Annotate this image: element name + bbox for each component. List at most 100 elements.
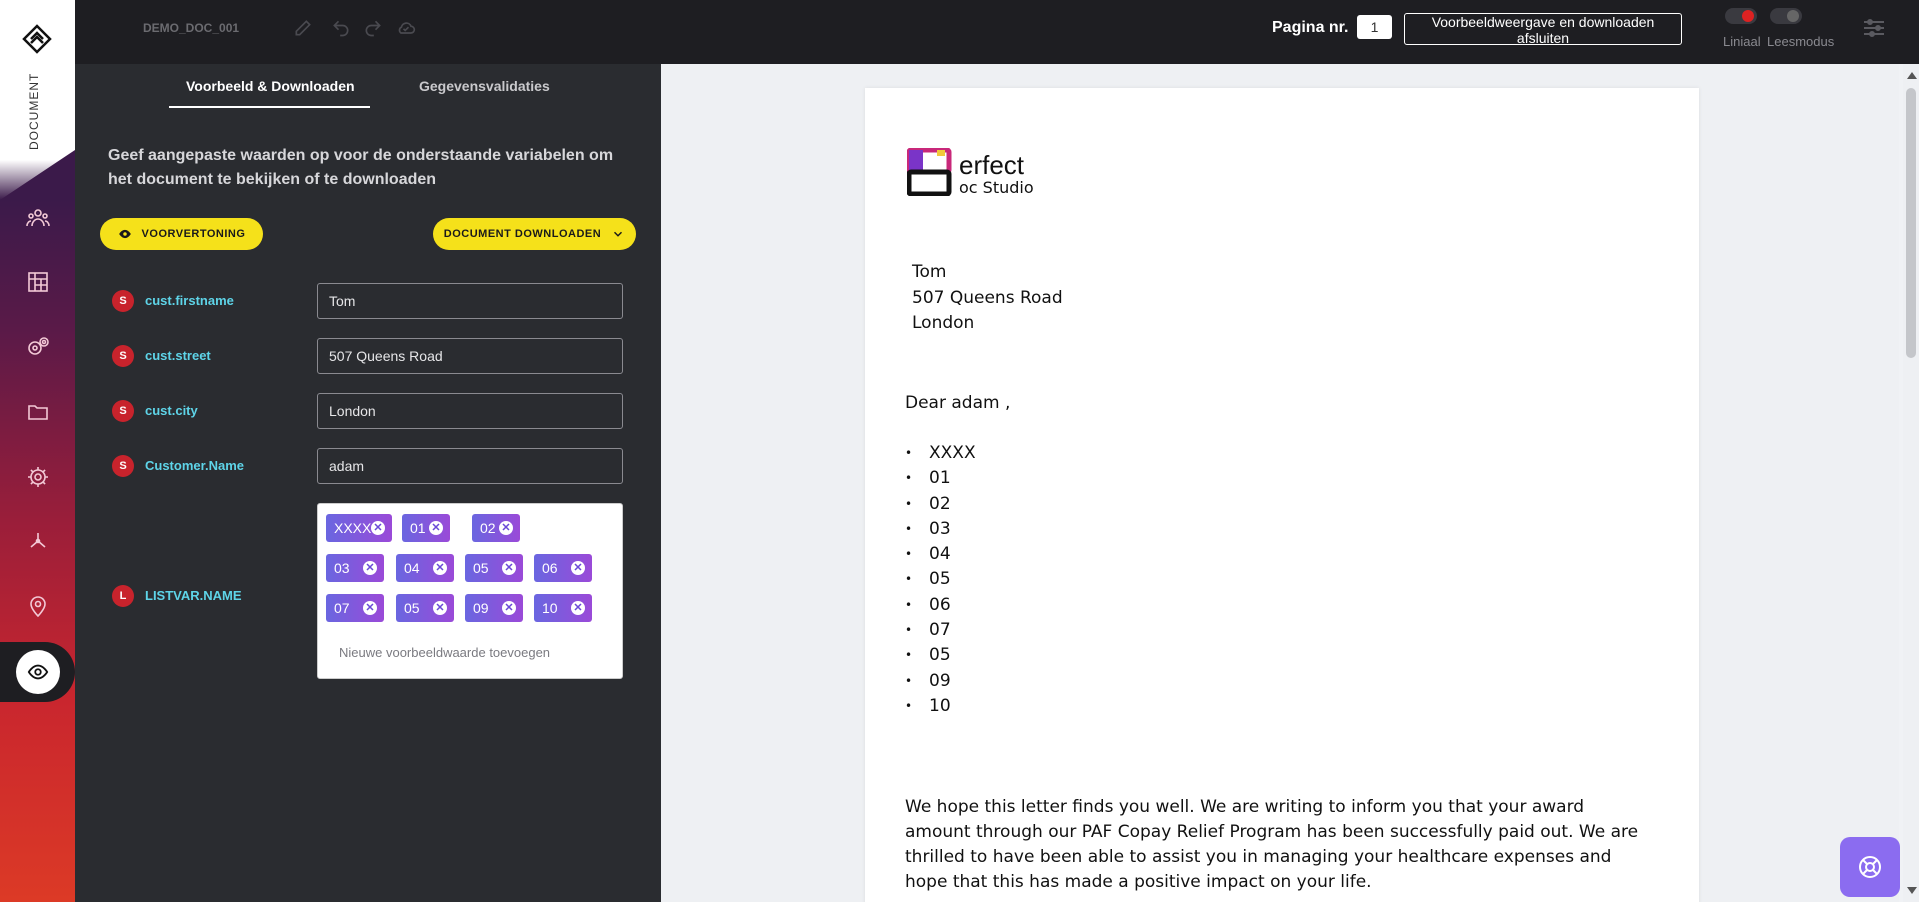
list-item: 06	[905, 593, 976, 618]
active-tab-underline	[169, 106, 370, 108]
network-icon[interactable]	[24, 527, 52, 555]
remove-chip-icon[interactable]: ✕	[571, 601, 585, 615]
ruler-toggle[interactable]	[1725, 8, 1757, 24]
list-item: 04	[905, 542, 976, 567]
remove-chip-icon[interactable]: ✕	[499, 521, 513, 535]
remove-chip-icon[interactable]: ✕	[371, 521, 385, 535]
download-document-button[interactable]: DOCUMENT DOWNLOADEN	[433, 218, 636, 250]
close-preview-button[interactable]: Voorbeeldweergave en downloaden afsluite…	[1404, 13, 1682, 46]
address-line: 507 Queens Road	[912, 288, 1063, 308]
tab-data-validations[interactable]: Gegevensvalidaties	[419, 78, 550, 94]
help-button[interactable]	[1840, 837, 1900, 897]
list-item: 05	[905, 643, 976, 668]
list-chip[interactable]: 10 ✕	[534, 594, 592, 622]
chip-label: 07	[334, 600, 350, 616]
letter-greeting: Dear adam ,	[905, 393, 1011, 413]
variable-value-input[interactable]	[317, 393, 623, 429]
remove-chip-icon[interactable]: ✕	[363, 601, 377, 615]
reading-mode-toggle[interactable]	[1770, 8, 1802, 24]
variable-row: S cust.street	[112, 338, 632, 374]
edit-icon[interactable]	[293, 18, 315, 40]
list-chip[interactable]: 02 ✕	[472, 514, 520, 542]
chip-label: 03	[334, 560, 350, 576]
remove-chip-icon[interactable]: ✕	[429, 521, 443, 535]
page-number-input[interactable]	[1357, 15, 1392, 39]
chip-label: 04	[404, 560, 420, 576]
sliders-icon[interactable]	[1860, 14, 1890, 44]
tab-preview-download[interactable]: Voorbeeld & Downloaden	[186, 78, 355, 94]
people-icon[interactable]	[24, 204, 52, 232]
list-item: 07	[905, 618, 976, 643]
preview-scrollbar[interactable]	[1903, 64, 1919, 902]
address-line: Tom	[912, 262, 947, 282]
preview-button[interactable]: VOORVERTONING	[100, 218, 263, 250]
chip-label: 09	[473, 600, 489, 616]
remove-chip-icon[interactable]: ✕	[433, 561, 447, 575]
list-chip[interactable]: 01 ✕	[402, 514, 450, 542]
left-rail: DOCUMENT	[0, 0, 75, 902]
toggle-knob	[1742, 10, 1754, 22]
variables-panel: Voorbeeld & Downloaden Gegevensvalidatie…	[75, 64, 661, 902]
scroll-up-icon[interactable]	[1907, 72, 1917, 79]
scroll-down-icon[interactable]	[1907, 887, 1917, 894]
document-preview: erfect oc Studio Tom 507 Queens Road Lon…	[661, 64, 1919, 902]
chip-label: 05	[404, 600, 420, 616]
rail-document-label: DOCUMENT	[27, 72, 41, 150]
list-item: XXXX	[905, 441, 976, 466]
eye-icon	[118, 229, 131, 239]
download-button-label: DOCUMENT DOWNLOADEN	[443, 228, 602, 240]
variable-type-badge: L	[112, 585, 134, 607]
list-values-box[interactable]: XXXX ✕ 01 ✕ 02 ✕ 03 ✕ 04 ✕ 05 ✕ 06 ✕ 07 ✕ 05 ✕ 09…	[317, 503, 623, 679]
list-chip[interactable]: 06 ✕	[534, 554, 592, 582]
chip-label: 02	[480, 520, 496, 536]
remove-chip-icon[interactable]: ✕	[433, 601, 447, 615]
remove-chip-icon[interactable]: ✕	[363, 561, 377, 575]
settings-icon[interactable]	[24, 463, 52, 491]
list-chip[interactable]: 09 ✕	[465, 594, 523, 622]
add-list-value-input[interactable]: Nieuwe voorbeeldwaarde toevoegen	[339, 645, 550, 660]
undo-icon[interactable]	[331, 18, 353, 40]
variable-name: cust.street	[145, 348, 211, 363]
gears-icon[interactable]	[24, 333, 52, 361]
blueprint-icon[interactable]	[24, 268, 52, 296]
list-chip[interactable]: 03 ✕	[326, 554, 384, 582]
chip-label: 06	[542, 560, 558, 576]
eye-icon[interactable]	[16, 650, 60, 694]
map-pin-icon[interactable]	[24, 592, 52, 620]
list-chip[interactable]: 07 ✕	[326, 594, 384, 622]
list-chip[interactable]: XXXX ✕	[326, 514, 392, 542]
list-item: 02	[905, 492, 976, 517]
remove-chip-icon[interactable]: ✕	[571, 561, 585, 575]
variable-value-input[interactable]	[317, 283, 623, 319]
remove-chip-icon[interactable]: ✕	[502, 601, 516, 615]
list-chip[interactable]: 04 ✕	[396, 554, 454, 582]
app-logo-icon[interactable]	[22, 24, 52, 54]
scroll-thumb[interactable]	[1906, 88, 1916, 358]
variable-name: Customer.Name	[145, 458, 244, 473]
letter-bullet-list: XXXX 01 02 03 04 05 06 07 05 09 10	[905, 441, 976, 719]
variable-value-input[interactable]	[317, 448, 623, 484]
toggle-knob	[1787, 10, 1799, 22]
variable-name: LISTVAR.NAME	[145, 588, 242, 603]
list-item: 01	[905, 466, 976, 491]
preview-button-label: VOORVERTONING	[141, 228, 246, 240]
variable-row: S cust.firstname	[112, 283, 632, 319]
letter-paragraph: We hope this letter finds you well. We a…	[905, 797, 1639, 892]
chip-label: XXXX	[334, 520, 372, 536]
list-chip[interactable]: 05 ✕	[465, 554, 523, 582]
ruler-label: Liniaal	[1723, 34, 1761, 49]
chip-label: 05	[473, 560, 489, 576]
folder-icon[interactable]	[24, 398, 52, 426]
list-chip[interactable]: 05 ✕	[396, 594, 454, 622]
reading-mode-label: Leesmodus	[1767, 34, 1835, 49]
redo-icon[interactable]	[363, 18, 385, 40]
variable-name: cust.firstname	[145, 293, 234, 308]
brand-text-line1: erfect	[959, 150, 1025, 180]
document-name: DEMO_DOC_001	[143, 21, 240, 35]
variable-value-input[interactable]	[317, 338, 623, 374]
remove-chip-icon[interactable]: ✕	[502, 561, 516, 575]
variable-row: S Customer.Name	[112, 448, 632, 484]
page-number-label: Pagina nr.	[1272, 19, 1349, 36]
list-item: 10	[905, 694, 976, 719]
cloud-save-icon[interactable]	[396, 18, 418, 40]
